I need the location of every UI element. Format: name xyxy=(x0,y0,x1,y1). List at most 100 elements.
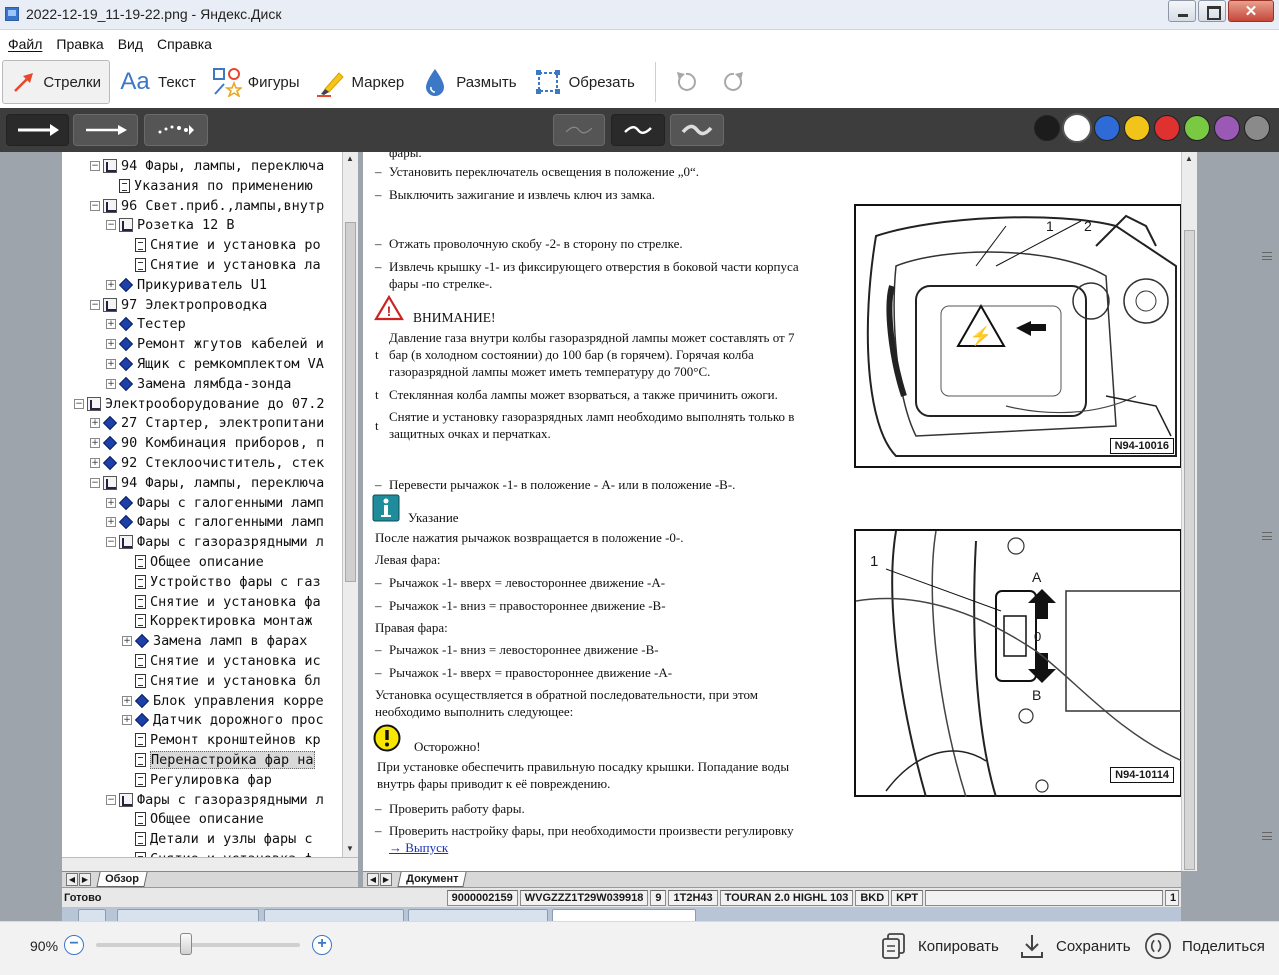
collapse-icon[interactable]: − xyxy=(90,200,100,211)
line-width-medium[interactable] xyxy=(611,114,665,146)
line-width-thick[interactable] xyxy=(670,114,724,146)
collapse-icon[interactable]: − xyxy=(106,220,116,231)
document-scrollbar[interactable]: ▲ xyxy=(1181,152,1197,871)
menu-help[interactable]: Справка xyxy=(157,36,212,52)
tree-item[interactable]: − 94 Фары, лампы, переключа xyxy=(90,473,324,493)
color-swatch-gray[interactable] xyxy=(1244,115,1270,141)
arrow-style-dotted[interactable] xyxy=(144,114,208,146)
scroll-up-arrow-icon[interactable]: ▲ xyxy=(346,154,354,163)
expand-icon[interactable]: + xyxy=(90,418,100,429)
zoom-out-icon[interactable]: − xyxy=(64,935,84,955)
tree-item[interactable]: Снятие и установка ро xyxy=(122,235,321,255)
arrow-style-thick[interactable] xyxy=(6,114,69,146)
tree-item[interactable]: − Фары с газоразрядными л xyxy=(106,790,324,810)
resize-grip-icon[interactable] xyxy=(1262,532,1272,540)
tool-text[interactable]: Aa Текст xyxy=(110,60,204,104)
zoom-in-icon[interactable]: + xyxy=(312,935,332,955)
color-swatch-red[interactable] xyxy=(1154,115,1180,141)
doc-tab-next-icon[interactable]: ▶ xyxy=(380,873,392,886)
tree-item[interactable]: Корректировка монтаж xyxy=(122,611,313,631)
menu-file[interactable]: Файл xyxy=(8,36,42,52)
tree-item[interactable]: − Розетка 12 В xyxy=(106,215,235,235)
tree-item[interactable]: Снятие и установка ис xyxy=(122,651,321,671)
tree-item[interactable]: + Замена ламп в фарах xyxy=(122,631,307,651)
tree-item[interactable]: + Прикуриватель U1 xyxy=(106,275,267,295)
tree-item[interactable]: Ремонт кронштейнов кр xyxy=(122,730,321,750)
tab-prev-icon[interactable]: ◀ xyxy=(66,873,78,886)
zoom-slider-track[interactable] xyxy=(96,943,300,947)
expand-icon[interactable]: + xyxy=(90,438,100,449)
scroll-down-arrow-icon[interactable]: ▼ xyxy=(346,844,354,853)
expand-icon[interactable]: + xyxy=(90,458,100,468)
taskbar-item[interactable] xyxy=(408,909,548,921)
tree-item[interactable]: +90 Комбинация приборов, п xyxy=(90,433,324,453)
tree-scrollbar[interactable]: ▲ ▼ xyxy=(342,152,358,857)
color-swatch-blue[interactable] xyxy=(1094,115,1120,141)
collapse-icon[interactable]: − xyxy=(106,794,116,805)
tree-item[interactable]: − 96 Свет.приб.,лампы,внутр xyxy=(90,196,324,216)
tree-item[interactable]: Устройство фары с газ xyxy=(122,572,321,592)
tree-item[interactable]: Снятие и установка фа xyxy=(122,592,321,612)
tree-item[interactable]: − 97 Электропроводка xyxy=(90,295,267,315)
taskbar-item[interactable] xyxy=(117,909,259,921)
collapse-icon[interactable]: − xyxy=(90,299,100,310)
tree-item[interactable]: +92 Стеклоочиститель, стек xyxy=(90,453,324,473)
taskbar-item[interactable] xyxy=(552,909,696,921)
redo-button[interactable] xyxy=(716,64,752,100)
collapse-icon[interactable]: − xyxy=(90,477,100,488)
expand-icon[interactable]: + xyxy=(106,359,116,369)
resize-grip-icon[interactable] xyxy=(1262,832,1272,840)
taskbar-item[interactable] xyxy=(78,909,106,921)
tree-item[interactable]: Снятие и установка ф xyxy=(122,849,313,857)
color-swatch-yellow[interactable] xyxy=(1124,115,1150,141)
undo-button[interactable] xyxy=(668,64,704,100)
tree-item[interactable]: + Фары с галогенными ламп xyxy=(106,493,324,513)
tab-overview[interactable]: Обзор xyxy=(96,872,148,887)
tree-item[interactable]: Снятие и установка бл xyxy=(122,671,321,691)
tree-item[interactable]: + Ящик с ремкомплектом VA xyxy=(106,354,324,374)
tree-horizontal-scrollbar[interactable] xyxy=(62,857,358,871)
tree-item[interactable]: − Электрооборудование до 07.2 xyxy=(74,394,324,414)
color-swatch-purple[interactable] xyxy=(1214,115,1240,141)
tree-item[interactable]: + Ремонт жгутов кабелей и xyxy=(106,334,324,354)
tree-item[interactable]: Детали и узлы фары с xyxy=(122,829,313,849)
minimize-icon[interactable] xyxy=(1168,0,1196,22)
tree-item[interactable]: + Блок управления корре xyxy=(122,691,324,711)
tree-item[interactable]: − 94 Фары, лампы, переключа xyxy=(90,156,324,176)
taskbar-item[interactable] xyxy=(264,909,404,921)
expand-icon[interactable]: + xyxy=(122,715,132,726)
expand-icon[interactable]: + xyxy=(122,695,132,706)
tool-crop[interactable]: Обрезать xyxy=(525,60,643,104)
expand-icon[interactable]: + xyxy=(106,497,116,508)
close-icon[interactable] xyxy=(1228,0,1274,22)
adjustment-link[interactable]: → Выпуск xyxy=(389,839,448,856)
color-swatch-green[interactable] xyxy=(1184,115,1210,141)
tree-item[interactable]: Регулировка фар xyxy=(122,770,272,790)
collapse-icon[interactable]: − xyxy=(90,161,100,171)
tree-item[interactable]: Указания по применению xyxy=(106,176,313,196)
tree-item[interactable]: + Фары с галогенными ламп xyxy=(106,512,324,532)
save-button[interactable]: Сохранить xyxy=(1018,930,1131,962)
tool-shapes[interactable]: Фигуры xyxy=(204,60,308,104)
tree-scroll-thumb[interactable] xyxy=(345,222,356,582)
menu-edit[interactable]: Правка xyxy=(56,36,103,52)
expand-icon[interactable]: + xyxy=(106,319,116,330)
tree-item[interactable]: +27 Стартер, электропитани xyxy=(90,413,324,433)
tab-document[interactable]: Документ xyxy=(397,872,468,887)
tree-item[interactable]: Общее описание xyxy=(122,809,264,829)
document-scroll-thumb[interactable] xyxy=(1184,230,1195,870)
doc-tab-prev-icon[interactable]: ◀ xyxy=(367,873,379,886)
arrow-style-thin[interactable] xyxy=(73,114,138,146)
tree-item[interactable]: + Замена лямбда-зонда xyxy=(106,374,291,394)
tree-item[interactable]: Снятие и установка ла xyxy=(122,255,321,275)
tool-marker[interactable]: Маркер xyxy=(307,60,412,104)
menu-view[interactable]: Вид xyxy=(118,36,143,52)
share-button[interactable]: Поделиться xyxy=(1144,930,1265,962)
line-width-thin[interactable] xyxy=(553,114,605,146)
doc-scroll-up-icon[interactable]: ▲ xyxy=(1185,154,1193,163)
tree-item[interactable]: Общее описание xyxy=(122,552,264,572)
resize-grip-icon[interactable] xyxy=(1262,252,1272,260)
tab-next-icon[interactable]: ▶ xyxy=(79,873,91,886)
tool-blur[interactable]: Размыть xyxy=(412,60,524,104)
expand-icon[interactable]: + xyxy=(106,517,116,528)
